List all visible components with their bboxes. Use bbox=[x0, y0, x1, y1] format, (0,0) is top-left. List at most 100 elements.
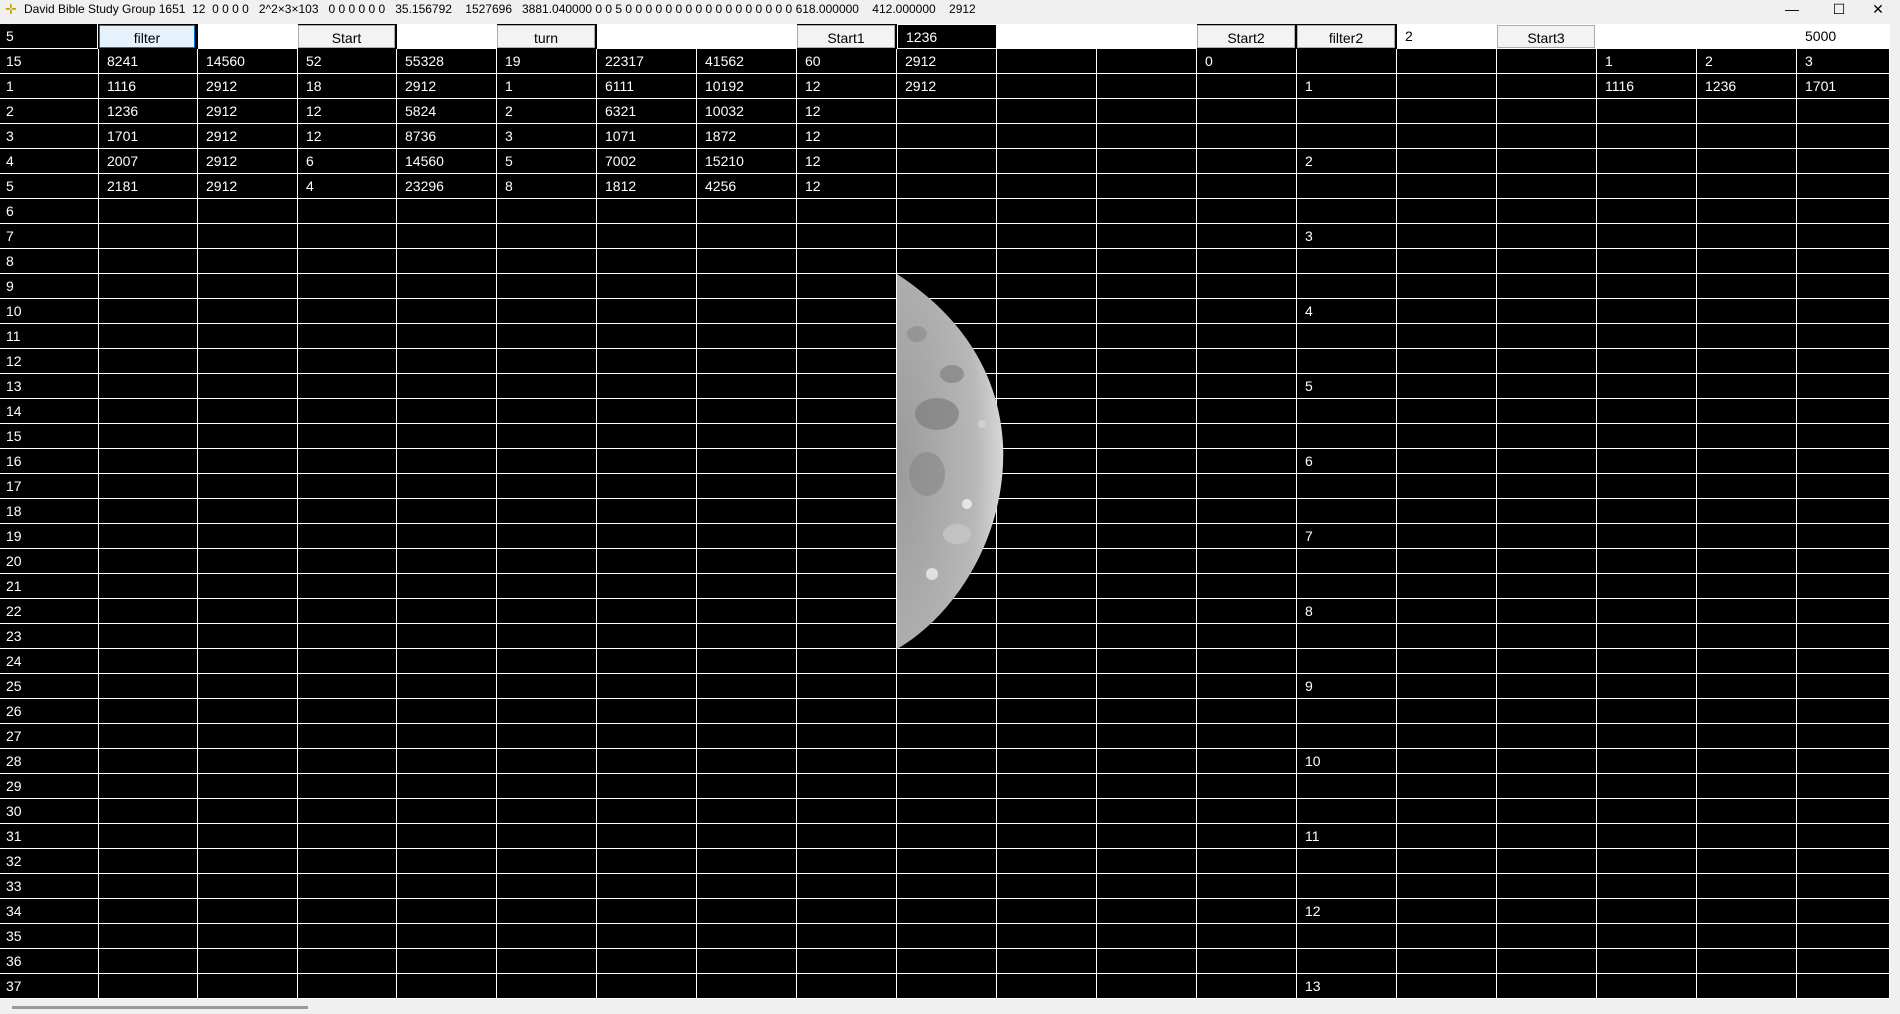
grid-cell[interactable] bbox=[897, 724, 997, 749]
grid-cell[interactable] bbox=[1797, 849, 1890, 874]
grid-cell[interactable] bbox=[1397, 924, 1497, 949]
grid-cell[interactable] bbox=[298, 474, 397, 499]
grid-cell[interactable] bbox=[99, 449, 198, 474]
grid-cell[interactable] bbox=[1797, 149, 1890, 174]
grid-cell[interactable] bbox=[1697, 724, 1797, 749]
filter2-button[interactable]: filter2 bbox=[1297, 25, 1395, 48]
grid-cell[interactable] bbox=[99, 349, 198, 374]
grid-cell[interactable] bbox=[1697, 974, 1797, 999]
grid-cell[interactable]: 60 bbox=[797, 49, 897, 74]
grid-cell[interactable] bbox=[198, 899, 298, 924]
grid-cell[interactable]: 4 bbox=[298, 174, 397, 199]
grid-cell[interactable] bbox=[1397, 249, 1497, 274]
grid-cell[interactable] bbox=[1097, 474, 1197, 499]
grid-cell[interactable] bbox=[99, 224, 198, 249]
grid-cell[interactable] bbox=[1097, 149, 1197, 174]
grid-cell[interactable] bbox=[1097, 799, 1197, 824]
grid-cell[interactable] bbox=[1297, 799, 1397, 824]
grid-cell[interactable] bbox=[198, 474, 298, 499]
grid-cell[interactable]: 1 bbox=[1597, 49, 1697, 74]
grid-cell[interactable] bbox=[597, 324, 697, 349]
grid-cell[interactable] bbox=[198, 674, 298, 699]
grid-cell[interactable] bbox=[1797, 99, 1890, 124]
grid-cell[interactable] bbox=[797, 799, 897, 824]
grid-cell[interactable] bbox=[1097, 424, 1197, 449]
grid-cell[interactable] bbox=[1497, 924, 1597, 949]
grid-cell[interactable] bbox=[697, 349, 797, 374]
grid-cell[interactable] bbox=[997, 849, 1097, 874]
grid-cell[interactable] bbox=[1197, 324, 1297, 349]
grid-cell[interactable] bbox=[1197, 499, 1297, 524]
grid-cell[interactable] bbox=[1197, 599, 1297, 624]
grid-cell[interactable]: 12 bbox=[1297, 899, 1397, 924]
grid-cell[interactable] bbox=[1397, 574, 1497, 599]
grid-cell[interactable] bbox=[1097, 874, 1197, 899]
grid-cell[interactable] bbox=[997, 399, 1097, 424]
grid-cell[interactable] bbox=[497, 624, 597, 649]
grid-cell[interactable] bbox=[198, 599, 298, 624]
grid-cell[interactable] bbox=[198, 749, 298, 774]
grid-cell[interactable] bbox=[397, 199, 497, 224]
grid-cell[interactable] bbox=[1497, 574, 1597, 599]
grid-cell[interactable] bbox=[1597, 524, 1697, 549]
grid-cell[interactable] bbox=[99, 524, 198, 549]
grid-cell[interactable] bbox=[1797, 124, 1890, 149]
grid-cell[interactable] bbox=[897, 699, 997, 724]
grid-cell[interactable] bbox=[298, 199, 397, 224]
grid-cell[interactable] bbox=[997, 699, 1097, 724]
close-button[interactable]: ✕ bbox=[1856, 0, 1900, 19]
header-input-18[interactable] bbox=[1697, 24, 1797, 49]
grid-cell[interactable] bbox=[497, 374, 597, 399]
grid-cell[interactable] bbox=[1597, 599, 1697, 624]
grid-cell[interactable] bbox=[1397, 49, 1497, 74]
grid-cell[interactable] bbox=[1397, 199, 1497, 224]
grid-cell[interactable] bbox=[1597, 849, 1697, 874]
grid-cell[interactable] bbox=[1397, 799, 1497, 824]
grid-cell[interactable] bbox=[198, 399, 298, 424]
grid-cell[interactable] bbox=[198, 624, 298, 649]
grid-cell[interactable] bbox=[697, 474, 797, 499]
grid-cell[interactable] bbox=[997, 449, 1097, 474]
grid-cell[interactable]: 55328 bbox=[397, 49, 497, 74]
grid-cell[interactable]: 2912 bbox=[198, 99, 298, 124]
grid-cell[interactable] bbox=[1197, 724, 1297, 749]
grid-cell[interactable] bbox=[1497, 774, 1597, 799]
grid-cell[interactable] bbox=[1797, 899, 1890, 924]
grid-cell[interactable] bbox=[298, 224, 397, 249]
grid-cell[interactable] bbox=[1097, 624, 1197, 649]
grid-cell[interactable] bbox=[1597, 324, 1697, 349]
grid-cell[interactable] bbox=[99, 699, 198, 724]
grid-cell[interactable] bbox=[298, 424, 397, 449]
grid-cell[interactable] bbox=[1197, 274, 1297, 299]
grid-cell[interactable]: 2912 bbox=[897, 49, 997, 74]
grid-cell[interactable] bbox=[1697, 599, 1797, 624]
grid-cell[interactable] bbox=[99, 599, 198, 624]
start-button[interactable]: Start bbox=[298, 25, 395, 48]
grid-cell[interactable]: 9 bbox=[1297, 674, 1397, 699]
start2-button[interactable]: Start2 bbox=[1197, 25, 1295, 48]
grid-cell[interactable] bbox=[1297, 774, 1397, 799]
grid-cell[interactable] bbox=[298, 574, 397, 599]
grid-cell[interactable] bbox=[597, 899, 697, 924]
grid-cell[interactable] bbox=[497, 199, 597, 224]
grid-cell[interactable] bbox=[198, 874, 298, 899]
grid-cell[interactable] bbox=[397, 774, 497, 799]
grid-cell[interactable] bbox=[1097, 274, 1197, 299]
grid-cell[interactable] bbox=[198, 649, 298, 674]
grid-cell[interactable] bbox=[797, 649, 897, 674]
grid-cell[interactable]: 14560 bbox=[397, 149, 497, 174]
grid-cell[interactable] bbox=[697, 574, 797, 599]
grid-cell[interactable] bbox=[1397, 174, 1497, 199]
grid-cell[interactable] bbox=[597, 549, 697, 574]
grid-cell[interactable] bbox=[797, 374, 897, 399]
grid-cell[interactable] bbox=[1597, 574, 1697, 599]
grid-cell[interactable] bbox=[397, 849, 497, 874]
grid-cell[interactable] bbox=[497, 524, 597, 549]
grid-cell[interactable] bbox=[1597, 974, 1697, 999]
grid-cell[interactable] bbox=[198, 949, 298, 974]
grid-cell[interactable] bbox=[997, 349, 1097, 374]
grid-cell[interactable] bbox=[1097, 899, 1197, 924]
grid-cell[interactable] bbox=[1797, 974, 1890, 999]
grid-cell[interactable] bbox=[298, 699, 397, 724]
grid-cell[interactable] bbox=[997, 824, 1097, 849]
